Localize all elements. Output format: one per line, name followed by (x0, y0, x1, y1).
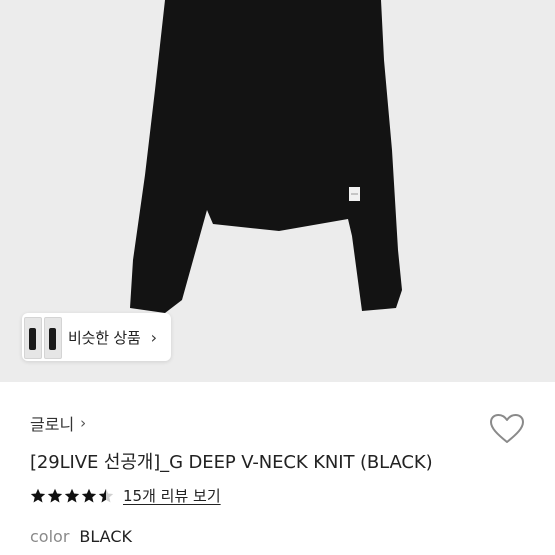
similar-products-label: 비슷한 상품 (68, 328, 141, 347)
rating-row: 15개 리뷰 보기 (30, 485, 221, 506)
star-icon (47, 488, 63, 502)
similar-products-button[interactable]: 비슷한 상품 › (22, 313, 171, 361)
reviews-link[interactable]: 15개 리뷰 보기 (123, 485, 221, 506)
star-icon (81, 488, 97, 502)
color-label: color (30, 527, 70, 546)
wishlist-button[interactable] (487, 409, 527, 449)
star-icon (30, 488, 46, 502)
product-title: [29LIVE 선공개]_G DEEP V-NECK KNIT (BLACK) (30, 452, 433, 473)
thumbnail (24, 317, 42, 359)
brand-name: 글로니 (30, 415, 75, 434)
thumbnail (44, 317, 62, 359)
heart-outline-icon (490, 414, 524, 443)
star-rating (30, 488, 114, 504)
chevron-right-icon: › (80, 414, 87, 432)
chevron-right-icon: › (150, 327, 157, 347)
star-icon (64, 488, 80, 502)
star-icon (98, 488, 114, 502)
color-option: color BLACK (30, 527, 132, 546)
brand-link[interactable]: 글로니 › (30, 411, 86, 435)
color-value: BLACK (79, 527, 132, 546)
similar-thumbnails (22, 313, 62, 361)
